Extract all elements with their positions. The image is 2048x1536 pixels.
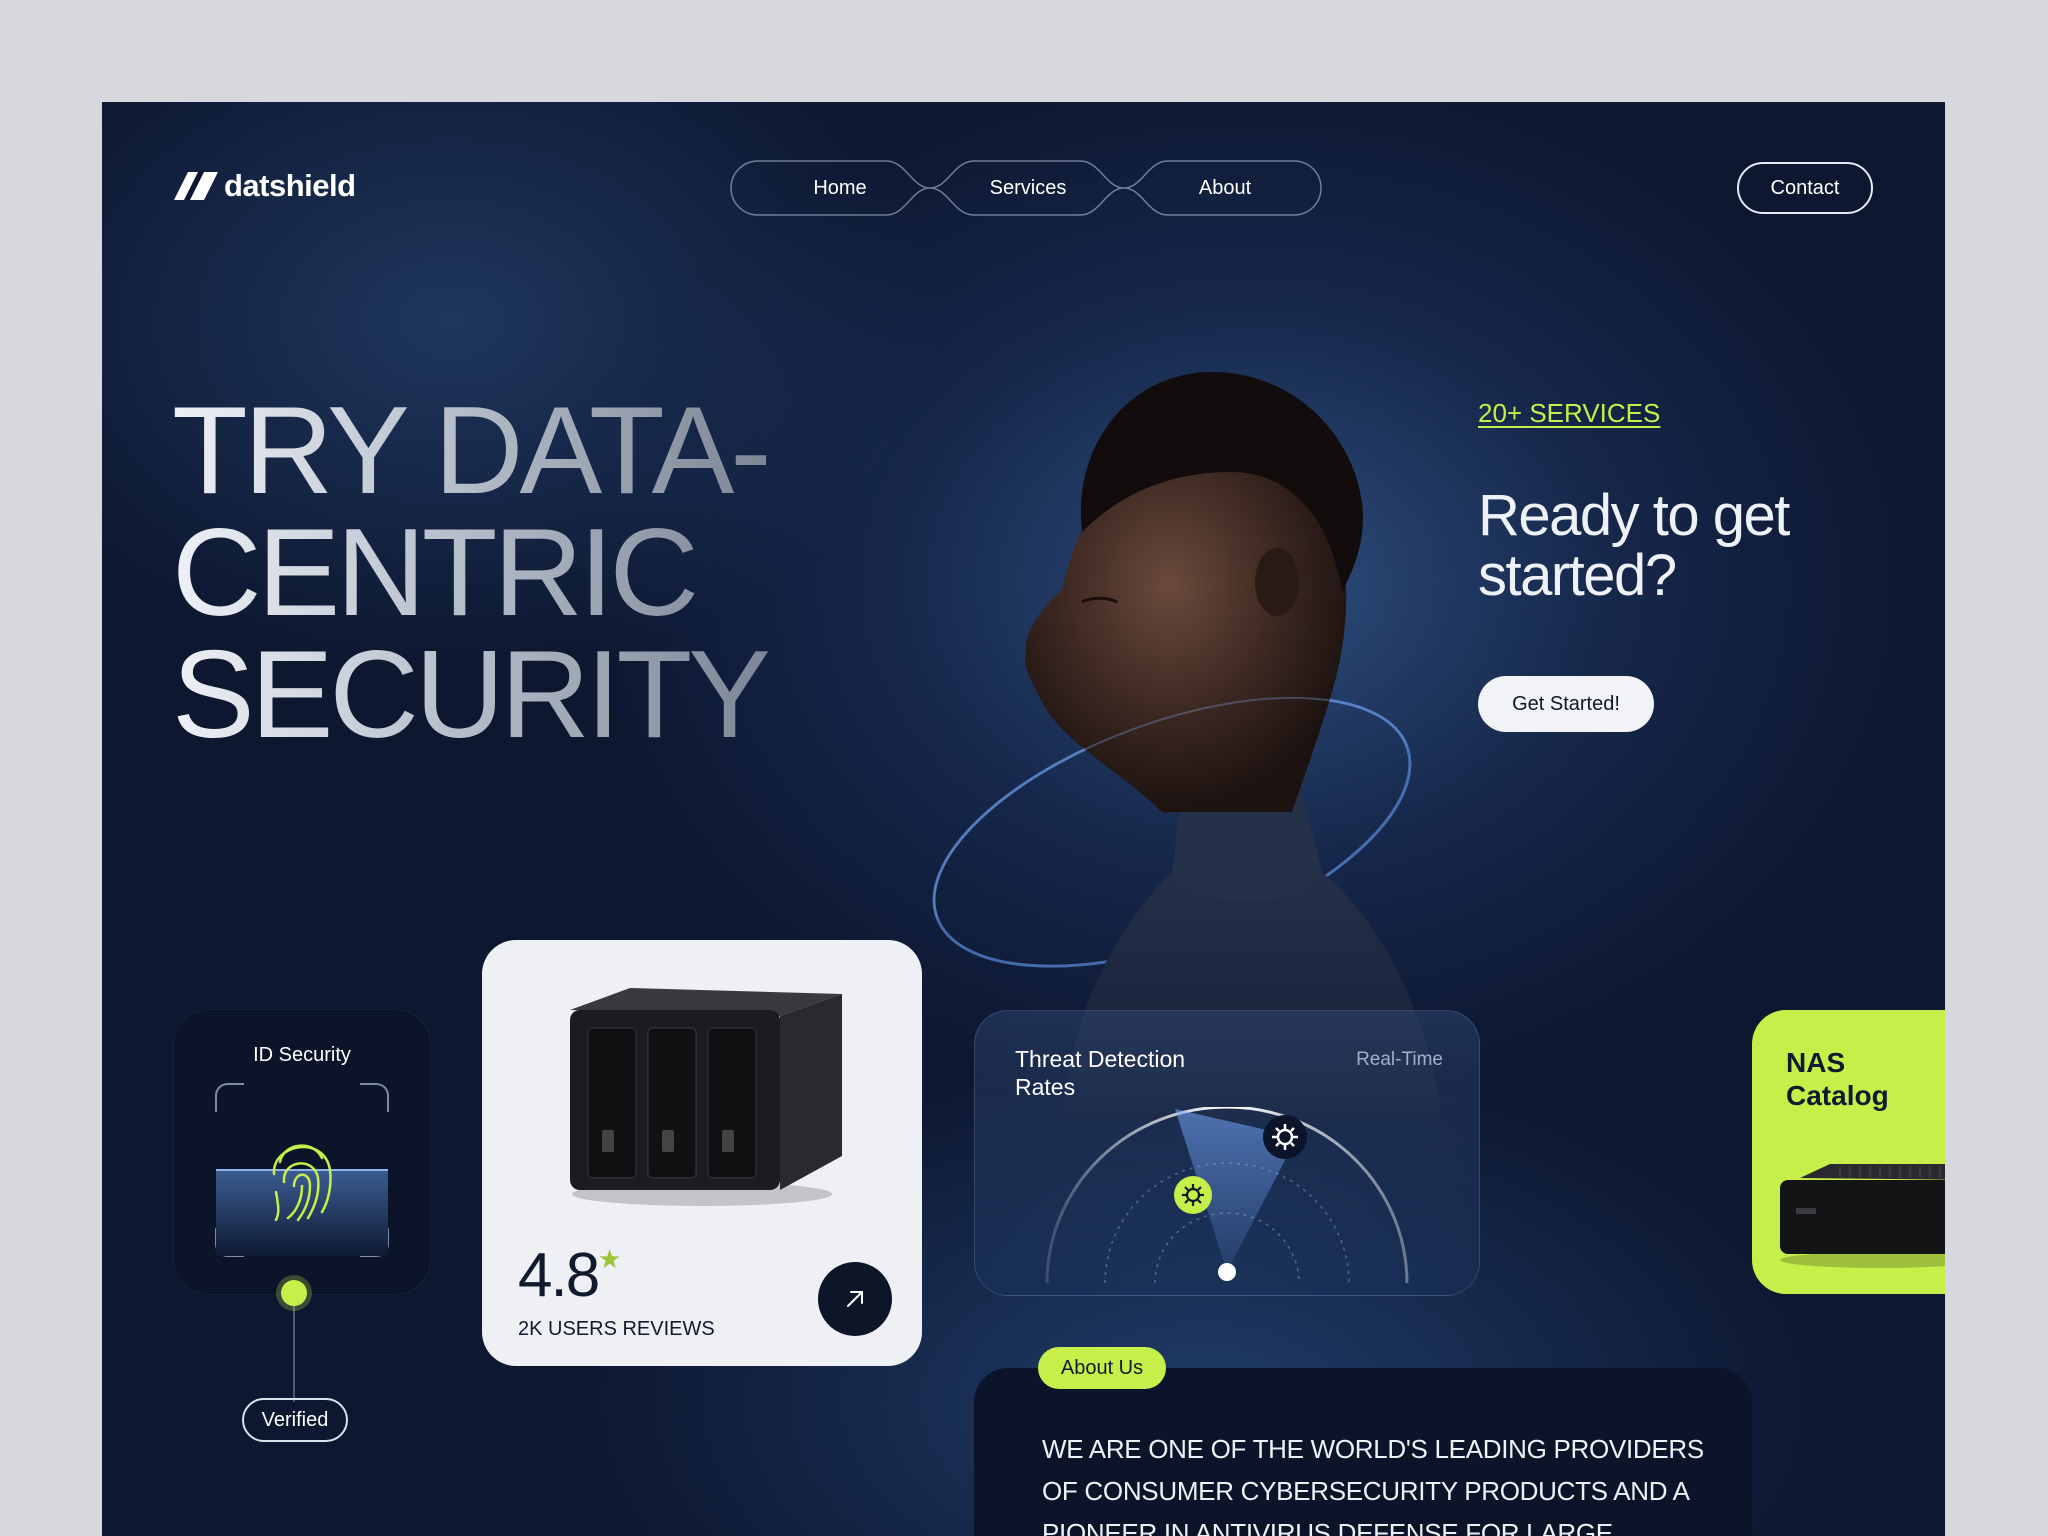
about-us-tag[interactable]: About Us [1038, 1347, 1166, 1389]
nav-services[interactable]: Services [958, 160, 1098, 216]
nas-catalog-card[interactable]: NAS Catalog [1752, 1010, 1945, 1294]
rating-card[interactable]: 4.8 ★ 2K USERS REVIEWS [482, 940, 922, 1366]
cta-headline-line: started? [1478, 543, 1677, 608]
brand-name: datshield [224, 168, 356, 203]
cta-headline-line: Ready to get [1478, 483, 1790, 548]
hero-title-line: SECURITY [172, 626, 767, 764]
landing-page: datshield Home Services About Contact TR… [102, 102, 1945, 1536]
nas-catalog-line: NAS [1786, 1047, 1846, 1078]
about-text-line: PIONEER IN ANTIVIRUS DEFENSE FOR LARGE [1042, 1518, 1613, 1536]
nas-catalog-title: NAS Catalog [1786, 1046, 1889, 1112]
threat-title-line: Rates [1015, 1074, 1076, 1100]
virus-icon [1263, 1115, 1307, 1159]
threat-detection-title: Threat Detection Rates [1015, 1045, 1185, 1101]
id-security-card[interactable]: ID Security [174, 1010, 430, 1294]
about-text-line: WE ARE ONE OF THE WORLD'S LEADING PROVID… [1042, 1434, 1704, 1464]
nas-catalog-device-image [1780, 1164, 1945, 1268]
hero-title-line: TRY DATA- [172, 382, 768, 520]
about-description: WE ARE ONE OF THE WORLD'S LEADING PROVID… [1042, 1428, 1742, 1536]
verified-badge: Verified [242, 1398, 348, 1442]
status-dot [281, 1280, 307, 1306]
bug-icon [1174, 1176, 1212, 1214]
id-security-title: ID Security [253, 1044, 351, 1066]
brand-logo[interactable]: datshield [174, 168, 356, 204]
cta-headline: Ready to get started? [1478, 483, 1790, 608]
arrow-up-right-icon [847, 1291, 863, 1307]
services-link[interactable]: 20+ SERVICES [1478, 398, 1660, 429]
reviews-caption: 2K USERS REVIEWS [518, 1318, 715, 1340]
radar-gauge [1045, 1107, 1409, 1284]
fingerprint-scanner [215, 1083, 389, 1257]
threat-title-line: Threat Detection [1015, 1046, 1186, 1072]
hero-title-line: CENTRIC [172, 504, 696, 642]
nas-device-image [570, 988, 842, 1206]
contact-button[interactable]: Contact [1737, 162, 1873, 214]
nav-home[interactable]: Home [770, 160, 910, 216]
main-nav: Home Services About [730, 160, 1322, 216]
hero-title: TRY DATA- CENTRIC SECURITY [172, 390, 768, 756]
open-reviews-button[interactable] [818, 1262, 892, 1336]
about-text-line: OF CONSUMER CYBERSECURITY PRODUCTS AND A [1042, 1476, 1690, 1506]
star-icon: ★ [598, 1244, 622, 1274]
nav-about[interactable]: About [1150, 160, 1300, 216]
logo-mark-icon [174, 172, 218, 200]
realtime-label: Real-Time [1356, 1049, 1443, 1070]
get-started-button[interactable]: Get Started! [1478, 676, 1654, 732]
nas-catalog-line: Catalog [1786, 1080, 1889, 1111]
rating-value: 4.8 [518, 1241, 600, 1310]
threat-detection-card[interactable]: Threat Detection Rates Real-Time [974, 1010, 1480, 1296]
